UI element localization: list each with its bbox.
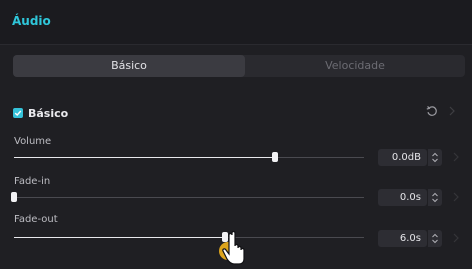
volume-label: Volume [14, 136, 52, 147]
fade-in-slider[interactable] [11, 192, 364, 202]
chevron-right-icon [453, 152, 459, 162]
volume-stepper[interactable] [427, 149, 442, 166]
tab-velocidade[interactable]: Velocidade [245, 55, 465, 77]
chevron-right-icon [453, 233, 459, 243]
volume-value[interactable]: 0.0dB [378, 149, 427, 166]
hand-cursor-icon [216, 229, 266, 265]
section-checkbox[interactable] [13, 108, 23, 118]
fade-in-label: Fade-in [14, 176, 51, 187]
fade-in-value[interactable]: 0.0s [378, 189, 427, 206]
stepper-icon [432, 152, 438, 163]
fade-out-value[interactable]: 6.0s [378, 230, 427, 247]
fade-in-slider-thumb[interactable] [11, 192, 17, 202]
section-label: Básico [28, 106, 69, 120]
stepper-icon [432, 233, 438, 244]
reset-icon[interactable] [425, 104, 439, 118]
tab-bar: Básico Velocidade [13, 55, 465, 77]
panel-title: Áudio [12, 14, 51, 28]
fade-out-slider-fill [14, 237, 226, 238]
section-header: Básico [13, 106, 68, 120]
tab-basico[interactable]: Básico [13, 55, 245, 77]
chevron-right-icon [453, 192, 459, 202]
volume-slider[interactable] [14, 152, 364, 162]
fade-in-stepper[interactable] [427, 189, 442, 206]
check-icon [14, 110, 22, 116]
fade-out-label: Fade-out [14, 214, 58, 225]
volume-slider-thumb[interactable] [272, 152, 279, 162]
stepper-icon [432, 192, 438, 203]
volume-slider-fill [14, 157, 276, 158]
fade-out-slider[interactable] [14, 232, 364, 242]
fade-out-stepper[interactable] [427, 230, 442, 247]
panel-header: Áudio [0, 0, 472, 45]
chevron-right-icon [449, 106, 455, 116]
